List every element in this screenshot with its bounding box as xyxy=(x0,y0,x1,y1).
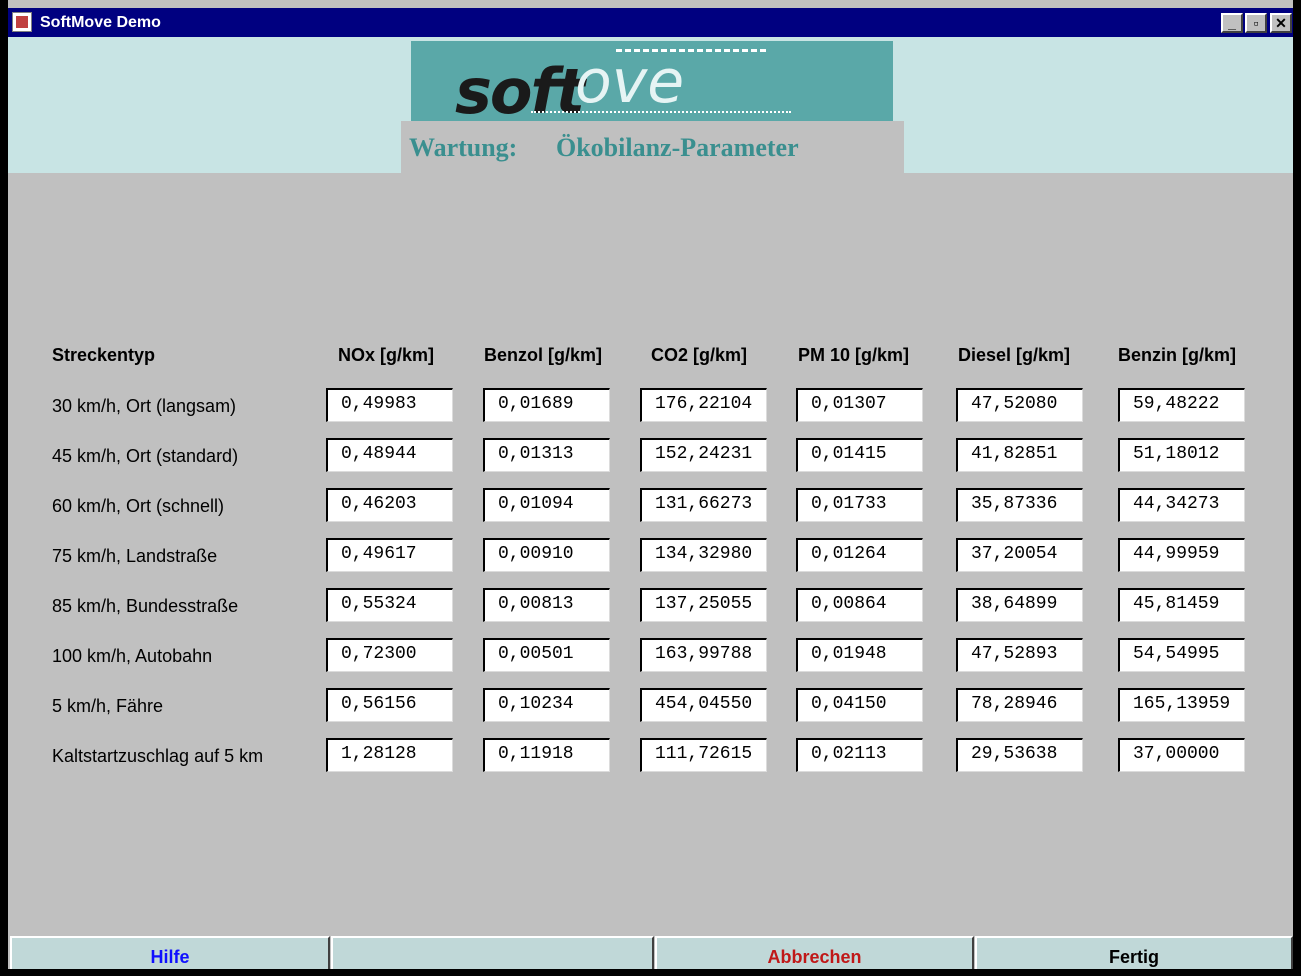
row-label: 5 km/h, Fähre xyxy=(52,696,164,716)
column-header-co2: CO2 [g/km] xyxy=(651,345,748,365)
cancel-button[interactable]: Abbrechen xyxy=(655,936,974,969)
benzin-field[interactable]: 54,54995 xyxy=(1118,638,1245,672)
pm10-field[interactable]: 0,04150 xyxy=(796,688,923,722)
nox-field[interactable]: 0,72300 xyxy=(326,638,453,672)
pm10-field[interactable]: 0,01307 xyxy=(796,388,923,422)
nox-field[interactable]: 1,28128 xyxy=(326,738,453,772)
diesel-field[interactable]: 78,28946 xyxy=(956,688,1083,722)
nox-field[interactable]: 0,48944 xyxy=(326,438,453,472)
nox-field[interactable]: 0,49983 xyxy=(326,388,453,422)
benzol-field[interactable]: 0,01094 xyxy=(483,488,610,522)
benzin-field[interactable]: 37,00000 xyxy=(1118,738,1245,772)
column-header-pm10: PM 10 [g/km] xyxy=(798,345,910,365)
diesel-field[interactable]: 35,87336 xyxy=(956,488,1083,522)
co2-field[interactable]: 131,66273 xyxy=(640,488,767,522)
co2-field[interactable]: 176,22104 xyxy=(640,388,767,422)
nox-field[interactable]: 0,56156 xyxy=(326,688,453,722)
co2-field[interactable]: 163,99788 xyxy=(640,638,767,672)
benzol-field[interactable]: 0,10234 xyxy=(483,688,610,722)
header: soft ove Wartung: Ökobilanz-Parameter xyxy=(8,37,1293,173)
nox-field[interactable]: 0,55324 xyxy=(326,588,453,622)
logo-text-bold: soft xyxy=(455,55,585,128)
app-icon[interactable] xyxy=(12,12,32,32)
nox-field[interactable]: 0,49617 xyxy=(326,538,453,572)
diesel-field[interactable]: 47,52893 xyxy=(956,638,1083,672)
pm10-field[interactable]: 0,01415 xyxy=(796,438,923,472)
pm10-field[interactable]: 0,01733 xyxy=(796,488,923,522)
benzol-field[interactable]: 0,00910 xyxy=(483,538,610,572)
footer-bar: Hilfe Abbrechen Fertig xyxy=(8,936,1293,969)
title-bar[interactable]: SoftMove Demo _ ▫ ✕ xyxy=(8,8,1293,37)
section-label: Wartung: xyxy=(409,133,518,162)
restore-button[interactable]: ▫ xyxy=(1245,13,1267,33)
diesel-field[interactable]: 41,82851 xyxy=(956,438,1083,472)
row-label: 45 km/h, Ort (standard) xyxy=(52,446,239,466)
benzol-field[interactable]: 0,11918 xyxy=(483,738,610,772)
pm10-field[interactable]: 0,02113 xyxy=(796,738,923,772)
benzin-field[interactable]: 44,99959 xyxy=(1118,538,1245,572)
column-header-benzol: Benzol [g/km] xyxy=(484,345,603,365)
diesel-field[interactable]: 37,20054 xyxy=(956,538,1083,572)
row-label: Kaltstartzuschlag auf 5 km xyxy=(52,746,264,766)
close-button[interactable]: ✕ xyxy=(1270,13,1292,33)
column-header-benzin: Benzin [g/km] xyxy=(1118,345,1237,365)
help-button[interactable]: Hilfe xyxy=(10,936,330,969)
app-window: SoftMove Demo _ ▫ ✕ soft ove Wartung: Ök… xyxy=(0,0,1301,969)
nox-field[interactable]: 0,46203 xyxy=(326,488,453,522)
column-header-nox: NOx [g/km] xyxy=(338,345,435,365)
benzin-field[interactable]: 165,13959 xyxy=(1118,688,1245,722)
benzol-field[interactable]: 0,00501 xyxy=(483,638,610,672)
pm10-field[interactable]: 0,01264 xyxy=(796,538,923,572)
softmove-logo: soft ove xyxy=(411,41,893,128)
diesel-field[interactable]: 29,53638 xyxy=(956,738,1083,772)
row-label: 30 km/h, Ort (langsam) xyxy=(52,396,237,416)
benzin-field[interactable]: 45,81459 xyxy=(1118,588,1245,622)
row-label: 100 km/h, Autobahn xyxy=(52,646,213,666)
benzin-field[interactable]: 44,34273 xyxy=(1118,488,1245,522)
co2-field[interactable]: 454,04550 xyxy=(640,688,767,722)
benzol-field[interactable]: 0,01313 xyxy=(483,438,610,472)
footer-spacer xyxy=(331,936,654,969)
done-button[interactable]: Fertig xyxy=(975,936,1293,969)
logo-dash-line xyxy=(616,49,766,52)
diesel-field[interactable]: 47,52080 xyxy=(956,388,1083,422)
pm10-field[interactable]: 0,00864 xyxy=(796,588,923,622)
row-header-label: Streckentyp xyxy=(52,345,156,365)
benzin-field[interactable]: 59,48222 xyxy=(1118,388,1245,422)
benzol-field[interactable]: 0,00813 xyxy=(483,588,610,622)
row-label: 75 km/h, Landstraße xyxy=(52,546,218,566)
co2-field[interactable]: 137,25055 xyxy=(640,588,767,622)
row-label: 60 km/h, Ort (schnell) xyxy=(52,496,225,516)
benzin-field[interactable]: 51,18012 xyxy=(1118,438,1245,472)
column-header-diesel: Diesel [g/km] xyxy=(958,345,1071,365)
window-title: SoftMove Demo xyxy=(40,14,161,31)
benzol-field[interactable]: 0,01689 xyxy=(483,388,610,422)
page-title: Ökobilanz-Parameter xyxy=(556,133,799,162)
pm10-field[interactable]: 0,01948 xyxy=(796,638,923,672)
co2-field[interactable]: 152,24231 xyxy=(640,438,767,472)
page-heading: Wartung: Ökobilanz-Parameter xyxy=(401,121,904,173)
co2-field[interactable]: 111,72615 xyxy=(640,738,767,772)
logo-text-light: ove xyxy=(575,47,685,117)
diesel-field[interactable]: 38,64899 xyxy=(956,588,1083,622)
minimize-button[interactable]: _ xyxy=(1221,13,1243,33)
row-label: 85 km/h, Bundesstraße xyxy=(52,596,239,616)
logo-dotted-line xyxy=(531,111,791,113)
co2-field[interactable]: 134,32980 xyxy=(640,538,767,572)
